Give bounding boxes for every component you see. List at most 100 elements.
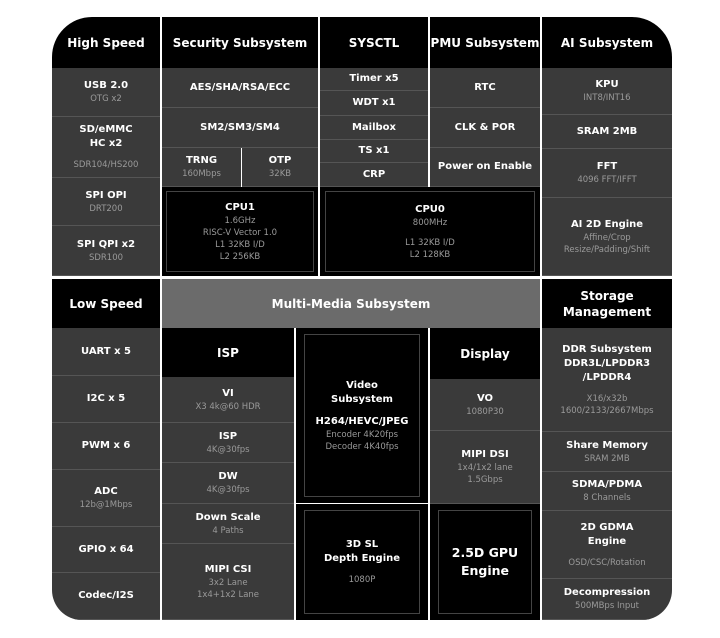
sm2: SM2/SM3/SM4 (162, 108, 318, 148)
spi-opi-detail: DRT200 (89, 203, 123, 214)
vi: VI X3 4k@60 HDR (162, 377, 294, 423)
header-high-speed: High Speed (52, 17, 160, 68)
sdma-title: SDMA/PDMA (571, 479, 643, 490)
usb-title: USB 2.0 (83, 80, 129, 91)
block-outline (438, 510, 532, 614)
spi-opi-title: SPI OPI (85, 189, 127, 201)
uart-title: UART x 5 (81, 345, 131, 357)
sram: SRAM 2MB (542, 115, 672, 149)
decompression: Decompression 500MBps Input (542, 579, 672, 620)
header-isp: ISP (162, 328, 294, 377)
dw: DW 4K@30fps (162, 463, 294, 504)
ai-2d-engine: AI 2D Engine Affine/Crop Resize/Padding/S… (542, 198, 672, 276)
share-memory-title: Share Memory (566, 439, 648, 451)
block-outline (304, 510, 420, 614)
usb-detail: OTG x2 (90, 94, 122, 104)
header-low-speed: Low Speed (52, 279, 160, 328)
block-diagram: High Speed USB 2.0 OTG x2 SD/eMMC HC x2 SDR1… (52, 17, 672, 620)
pwm-title: PWM x 6 (81, 440, 131, 451)
sd-emmc-title: SD/eMMC HC x2 (79, 124, 133, 149)
vi-detail: X3 4k@60 HDR (195, 401, 261, 412)
clk-por: CLK & POR (430, 108, 540, 148)
uart: UART x 5 (52, 328, 160, 376)
sdma: SDMA/PDMA 8 Channels (542, 472, 672, 511)
isp-detail: 4K@30fps (206, 444, 250, 455)
header-display-label: Display (460, 346, 510, 361)
cpu1: CPU1 1.6GHz RISC-V Vector 1.0 L1 32KB I/D… (162, 187, 318, 276)
gpio-title: GPIO x 64 (78, 543, 134, 555)
mipi-dsi-title: MIPI DSI (461, 449, 509, 460)
i2c: I2C x 5 (52, 376, 160, 423)
header-pmu: PMU Subsystem (430, 17, 540, 68)
header-sysctl-label: SYSCTL (348, 35, 400, 50)
ai-2d-engine-title: AI 2D Engine (570, 218, 644, 230)
spi-opi: SPI OPI DRT200 (52, 178, 160, 226)
otp: OTP 32KB (242, 148, 318, 187)
rtc-title: RTC (474, 81, 496, 93)
share-memory-detail: SRAM 2MB (584, 453, 630, 464)
crp-title: CRP (362, 168, 386, 180)
header-ai-label: AI Subsystem (560, 35, 654, 50)
vo-detail: 1080P30 (466, 406, 504, 417)
crp: CRP (320, 163, 428, 187)
mipi-csi-title: MIPI CSI (204, 563, 252, 575)
mailbox: Mailbox (320, 116, 428, 140)
decompression-detail: 500MBps Input (575, 601, 639, 611)
sd-emmc-detail: SDR104/HS200 (73, 160, 139, 170)
fft-title: FFT (596, 161, 618, 172)
codec-i2s: Codec/I2S (52, 573, 160, 620)
header-pmu-label: PMU Subsystem (430, 35, 540, 50)
adc-title: ADC (94, 486, 118, 497)
isp: ISP 4K@30fps (162, 423, 294, 463)
wdt-title: WDT x1 (352, 97, 396, 108)
wdt: WDT x1 (320, 91, 428, 116)
spi-qpi: SPI QPI x2 SDR100 (52, 226, 160, 276)
sram-title: SRAM 2MB (576, 125, 638, 137)
header-high-speed-label: High Speed (67, 35, 145, 50)
i2c-title: I2C x 5 (86, 393, 126, 404)
codec-i2s-title: Codec/I2S (78, 590, 134, 601)
power-on-enable-title: Power on Enable (437, 161, 533, 172)
block-outline (166, 191, 314, 272)
gdma: 2D GDMA Engine OSD/CSC/Rotation (542, 511, 672, 579)
down-scale: Down Scale 4 Paths (162, 504, 294, 544)
trng: TRNG 160Mbps (162, 148, 241, 187)
adc: ADC 12b@1Mbps (52, 470, 160, 527)
gdma-title: 2D GDMA Engine (580, 521, 634, 547)
ai-2d-engine-detail: Affine/Crop Resize/Padding/Shift (563, 232, 651, 255)
video-subsystem: Video Subsystem H264/HEVC/JPEG Encoder 4K2… (296, 328, 428, 503)
clk-por-title: CLK & POR (454, 121, 516, 133)
vo-title: VO (476, 392, 494, 404)
fft: FFT 4096 FFT/IFFT (542, 149, 672, 198)
header-storage: Storage Management (542, 279, 672, 328)
mailbox-title: Mailbox (351, 121, 397, 133)
kpu-title: KPU (595, 79, 619, 90)
ddr-detail: X16/x32b 1600/2133/2667Mbps (560, 393, 654, 416)
adc-detail: 12b@1Mbps (79, 500, 133, 510)
cpu0: CPU0 800MHz L1 32KB I/D L2 128KB (320, 187, 540, 276)
header-isp-label: ISP (217, 345, 239, 360)
ddr: DDR Subsystem DDR3L/LPDDR3 /LPDDR4 X16/x3… (542, 328, 672, 432)
share-memory: Share Memory SRAM 2MB (542, 432, 672, 472)
depth-engine: 3D SL Depth Engine 1080P (296, 504, 428, 620)
dw-detail: 4K@30fps (206, 485, 250, 495)
aes-title: AES/SHA/RSA/ECC (189, 81, 291, 93)
trng-detail: 160Mbps (182, 169, 221, 179)
header-storage-label: Storage Management (562, 288, 652, 319)
mipi-csi-detail: 3x2 Lane 1x4+1x2 Lane (196, 577, 260, 600)
mipi-dsi-detail: 1x4/1x2 lane 1.5Gbps (457, 463, 513, 485)
mipi-dsi: MIPI DSI 1x4/1x2 lane 1.5Gbps (430, 431, 540, 504)
gpu-engine: 2.5D GPU Engine (430, 504, 540, 620)
aes: AES/SHA/RSA/ECC (162, 68, 318, 108)
isp-title: ISP (218, 430, 238, 442)
down-scale-detail: 4 Paths (212, 525, 244, 536)
header-display: Display (430, 328, 540, 379)
decompression-title: Decompression (563, 587, 651, 598)
header-multimedia: Multi-Media Subsystem (162, 279, 540, 328)
sm2-title: SM2/SM3/SM4 (200, 121, 280, 133)
kpu-detail: INT8/INT16 (583, 93, 631, 103)
header-sysctl: SYSCTL (320, 17, 428, 68)
sdma-detail: 8 Channels (583, 493, 631, 503)
header-ai: AI Subsystem (542, 17, 672, 68)
vi-title: VI (222, 387, 234, 399)
